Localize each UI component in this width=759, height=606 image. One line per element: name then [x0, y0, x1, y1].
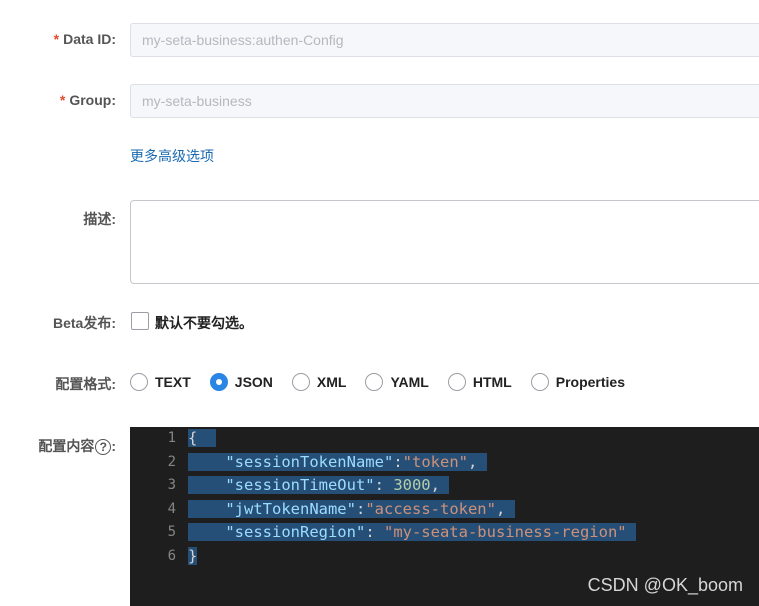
radio-xml[interactable]: XML: [291, 373, 346, 391]
radio-properties[interactable]: Properties: [530, 373, 625, 391]
line-number: 4: [167, 500, 176, 517]
data-id-label: * Data ID:: [53, 31, 116, 47]
description-textarea[interactable]: [130, 200, 759, 284]
radio-dot-selected: [209, 373, 228, 391]
content-label: 配置内容?:: [38, 438, 116, 456]
data-id-input[interactable]: my-seta-business:authen-Config: [130, 23, 759, 57]
advanced-options-link[interactable]: 更多高级选项: [130, 146, 214, 166]
radio-text[interactable]: TEXT: [130, 373, 191, 391]
group-label: * Group:: [59, 92, 116, 108]
beta-label: Beta发布:: [52, 315, 116, 331]
line-number: 3: [167, 477, 176, 493]
beta-checkbox-text: 默认不要勾选。: [155, 315, 253, 331]
group-input[interactable]: my-seta-business: [130, 84, 759, 118]
code-line-2: "sessionTokenName":"token",: [188, 451, 487, 475]
code-line-3: "sessionTimeOut": 3000,: [188, 474, 450, 498]
required-mark: *: [53, 31, 60, 47]
question-circle-icon[interactable]: ?: [95, 439, 112, 456]
radio-dot: [365, 373, 384, 391]
format-label: 配置格式:: [55, 376, 116, 392]
radio-dot: [530, 373, 549, 391]
description-label: 描述:: [83, 211, 116, 227]
line-number: 6: [167, 547, 176, 564]
code-line-4: "jwtTokenName":"access-token",: [188, 498, 515, 522]
line-number: 1: [167, 430, 176, 446]
line-number: 2: [167, 453, 176, 470]
required-mark: *: [59, 92, 66, 108]
line-number: 5: [167, 524, 176, 540]
watermark: CSDN @OK_boom: [587, 575, 743, 595]
format-radio-group: TEXT JSON XML YAML HTML Properties: [130, 372, 644, 392]
radio-json[interactable]: JSON: [209, 373, 273, 391]
beta-checkbox[interactable]: [131, 312, 149, 330]
line-number-gutter: 1 2 3 4 5 6: [130, 427, 180, 606]
code-line-1: {: [188, 427, 217, 451]
radio-dot: [447, 373, 466, 391]
radio-dot: [291, 373, 310, 391]
radio-dot: [130, 373, 148, 391]
radio-html[interactable]: HTML: [447, 373, 512, 391]
radio-yaml[interactable]: YAML: [365, 373, 429, 391]
code-line-6: }: [188, 546, 198, 565]
code-line-5: "sessionRegion": "my-seata-business-regi…: [188, 521, 636, 545]
